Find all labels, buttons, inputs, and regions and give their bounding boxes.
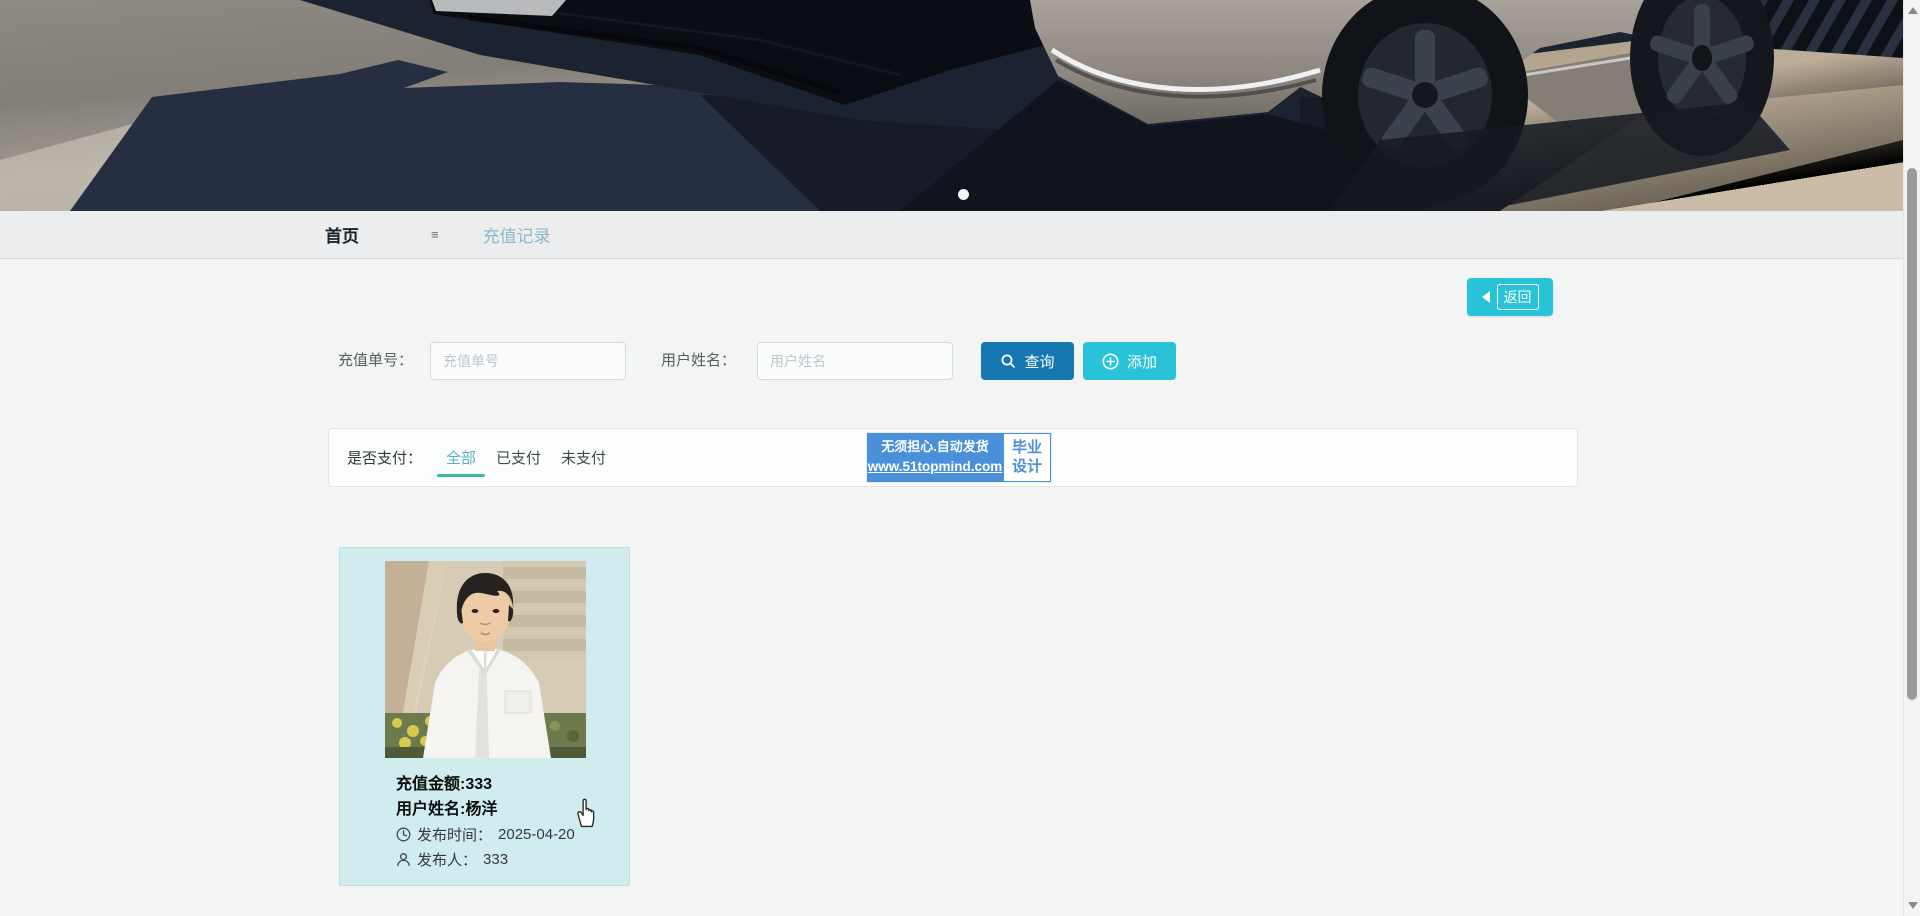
back-button-label: 返回	[1497, 284, 1539, 310]
carousel-dot[interactable]	[958, 189, 969, 200]
filter-tab-all[interactable]: 全部	[446, 447, 476, 468]
filter-tab-paid[interactable]: 已支付	[496, 447, 541, 468]
scrollbar-up-arrow-icon[interactable]	[1908, 7, 1918, 14]
add-button[interactable]: 添加	[1083, 342, 1176, 380]
payment-filter-label: 是否支付：	[347, 447, 422, 468]
order-number-input[interactable]	[430, 342, 626, 380]
publish-time-label: 发布时间：	[417, 824, 492, 845]
hero-banner	[0, 0, 1903, 211]
user-name-input[interactable]	[757, 342, 953, 380]
content-area: 返回 充值单号： 用户姓名： 查询 添加	[0, 259, 1903, 916]
hero-banner-image	[0, 0, 1903, 211]
card-publisher-row: 发布人： 333	[396, 849, 508, 870]
card-username-line: 用户姓名:杨洋	[396, 795, 497, 819]
vertical-scrollbar[interactable]	[1903, 0, 1920, 916]
nav-bar: 首页 ≡ 充值记录	[0, 211, 1903, 259]
order-number-label: 充值单号：	[338, 342, 413, 380]
search-form: 充值单号： 用户姓名： 查询 添加	[0, 342, 1903, 380]
ad-text-block: 无须担心.自动发货 www.51topmind.com	[867, 433, 1003, 482]
watermark-ad-badge[interactable]: 无须担心.自动发货 www.51topmind.com 毕业 设计	[867, 433, 1051, 482]
recharge-record-card[interactable]: 充值金额:333 用户姓名:杨洋 发布时间： 2025-04-20 发布人： 3…	[339, 547, 630, 886]
menu-lines-icon[interactable]: ≡	[431, 227, 438, 242]
card-publish-time-row: 发布时间： 2025-04-20	[396, 824, 575, 845]
user-name-label: 用户姓名：	[661, 342, 736, 380]
ad-side-line1: 毕业	[1012, 439, 1042, 458]
back-button[interactable]: 返回	[1467, 278, 1553, 316]
clock-icon	[396, 827, 411, 842]
query-button[interactable]: 查询	[981, 342, 1074, 380]
nav-item-recharge-records[interactable]: 充值记录	[483, 222, 551, 247]
scrollbar-down-arrow-icon[interactable]	[1908, 902, 1918, 909]
filter-tab-unpaid[interactable]: 未支付	[561, 447, 606, 468]
publisher-value: 333	[483, 851, 508, 868]
query-button-label: 查询	[1024, 351, 1054, 372]
circle-plus-icon	[1102, 353, 1119, 370]
ad-side-line2: 设计	[1012, 458, 1042, 477]
card-amount-line: 充值金额:333	[396, 770, 492, 794]
user-photo	[385, 561, 586, 758]
page: 首页 ≡ 充值记录 返回 充值单号： 用户姓名： 查询	[0, 0, 1920, 916]
payment-filter-tabs: 全部 已支付 未支付	[446, 447, 606, 468]
add-button-label: 添加	[1127, 351, 1157, 372]
nav-item-home[interactable]: 首页	[325, 222, 359, 247]
search-icon	[1000, 353, 1016, 369]
ad-url: www.51topmind.com	[868, 457, 1003, 477]
person-icon	[396, 852, 411, 867]
scrollbar-thumb[interactable]	[1907, 168, 1917, 700]
ad-slogan: 无须担心.自动发货	[881, 438, 989, 457]
publish-time-value: 2025-04-20	[498, 826, 575, 843]
ad-side-block: 毕业 设计	[1003, 433, 1051, 482]
publisher-label: 发布人：	[417, 849, 477, 870]
back-arrow-icon	[1482, 291, 1490, 303]
